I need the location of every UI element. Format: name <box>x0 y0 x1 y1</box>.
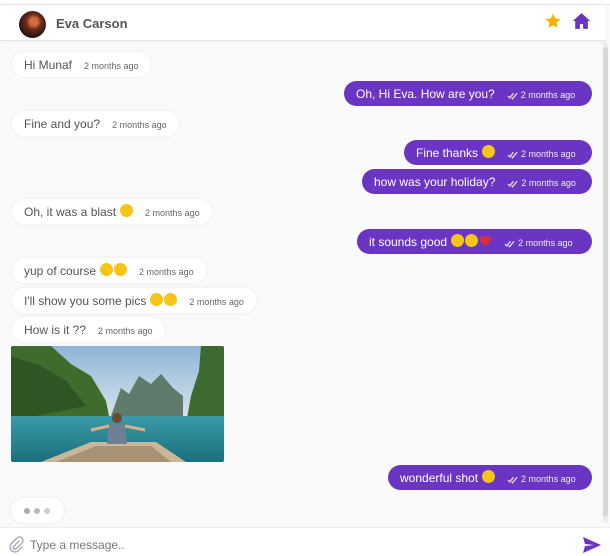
message-text: Fine thanks <box>416 145 479 160</box>
double-check-icon <box>507 476 518 484</box>
heart-emoji-icon <box>479 235 492 246</box>
message-time: 2 months ago <box>145 208 200 218</box>
message-time: 2 months ago <box>507 178 576 188</box>
message-incoming: Fine and you? 2 months ago <box>12 111 179 136</box>
message-text: Oh, Hi Eva. How are you? <box>356 86 495 101</box>
avatar[interactable] <box>19 11 46 38</box>
laughing-emoji-icon <box>114 263 128 276</box>
message-input[interactable] <box>30 534 550 556</box>
message-text: wonderful shot <box>400 470 479 485</box>
message-time: 2 months ago <box>507 90 576 100</box>
message-time: 2 months ago <box>84 61 139 71</box>
message-text: I'll show you some pics <box>24 293 147 308</box>
message-outgoing: wonderful shot 2 months ago <box>388 465 592 490</box>
photo-person-body <box>107 424 127 444</box>
chat-header: Eva Carson <box>0 5 606 41</box>
paperclip-icon[interactable] <box>8 536 24 554</box>
message-time: 2 months ago <box>98 326 153 336</box>
send-icon[interactable] <box>582 536 602 554</box>
heart-eyes-emoji-icon <box>120 204 134 217</box>
message-text: it sounds good <box>369 234 448 249</box>
heart-eyes-emoji-icon <box>482 470 496 483</box>
message-time: 2 months ago <box>189 297 244 307</box>
message-image[interactable] <box>11 346 224 462</box>
double-check-icon <box>507 180 518 188</box>
typing-indicator <box>11 498 64 523</box>
sunglasses-emoji-icon <box>164 293 178 306</box>
laughing-emoji-icon <box>465 234 479 247</box>
typing-dot <box>44 508 50 514</box>
message-outgoing: Fine thanks 2 months ago <box>404 140 592 165</box>
home-icon[interactable] <box>572 12 591 30</box>
contact-name: Eva Carson <box>56 16 128 31</box>
message-text: Fine and you? <box>24 116 101 131</box>
message-time: 2 months ago <box>112 120 167 130</box>
laughing-emoji-icon <box>100 263 114 276</box>
double-check-icon <box>504 240 515 248</box>
message-text: How is it ?? <box>24 322 87 337</box>
message-incoming: Hi Munaf 2 months ago <box>12 52 151 77</box>
message-time: 2 months ago <box>504 238 573 248</box>
tongue-emoji-icon <box>150 293 164 306</box>
message-time-label: 2 months ago <box>521 178 576 188</box>
star-icon[interactable] <box>544 12 562 30</box>
chat-window: Eva Carson Hi Munaf 2 months ago Oh, Hi … <box>0 4 610 556</box>
message-time: 2 months ago <box>507 474 576 484</box>
message-text: how was your holiday? <box>374 174 496 189</box>
message-time-label: 2 months ago <box>518 238 573 248</box>
double-check-icon <box>507 151 518 159</box>
photo-person-head <box>112 413 122 423</box>
message-time: 2 months ago <box>139 267 194 277</box>
message-incoming: I'll show you some pics 2 months ago <box>12 288 256 313</box>
message-text: Oh, it was a blast <box>24 204 117 219</box>
message-time-label: 2 months ago <box>520 90 576 100</box>
message-incoming: yup of course 2 months ago <box>12 258 206 283</box>
message-composer <box>0 527 610 556</box>
double-check-icon <box>507 92 518 100</box>
message-time-label: 2 months ago <box>521 474 576 484</box>
smile-emoji-icon <box>482 145 496 158</box>
message-time: 2 months ago <box>507 149 576 159</box>
message-time-label: 2 months ago <box>521 149 576 159</box>
message-text: yup of course <box>24 263 97 278</box>
message-outgoing: Oh, Hi Eva. How are you? 2 months ago <box>344 81 592 106</box>
message-text: Hi Munaf <box>24 57 73 72</box>
typing-dot <box>34 508 40 514</box>
message-outgoing: how was your holiday? 2 months ago <box>362 169 592 194</box>
laughing-emoji-icon <box>451 234 465 247</box>
message-outgoing: it sounds good 2 months ago <box>357 229 592 254</box>
typing-dot <box>24 508 30 514</box>
message-incoming: Oh, it was a blast 2 months ago <box>12 199 212 224</box>
message-incoming: How is it ?? 2 months ago <box>12 317 165 342</box>
